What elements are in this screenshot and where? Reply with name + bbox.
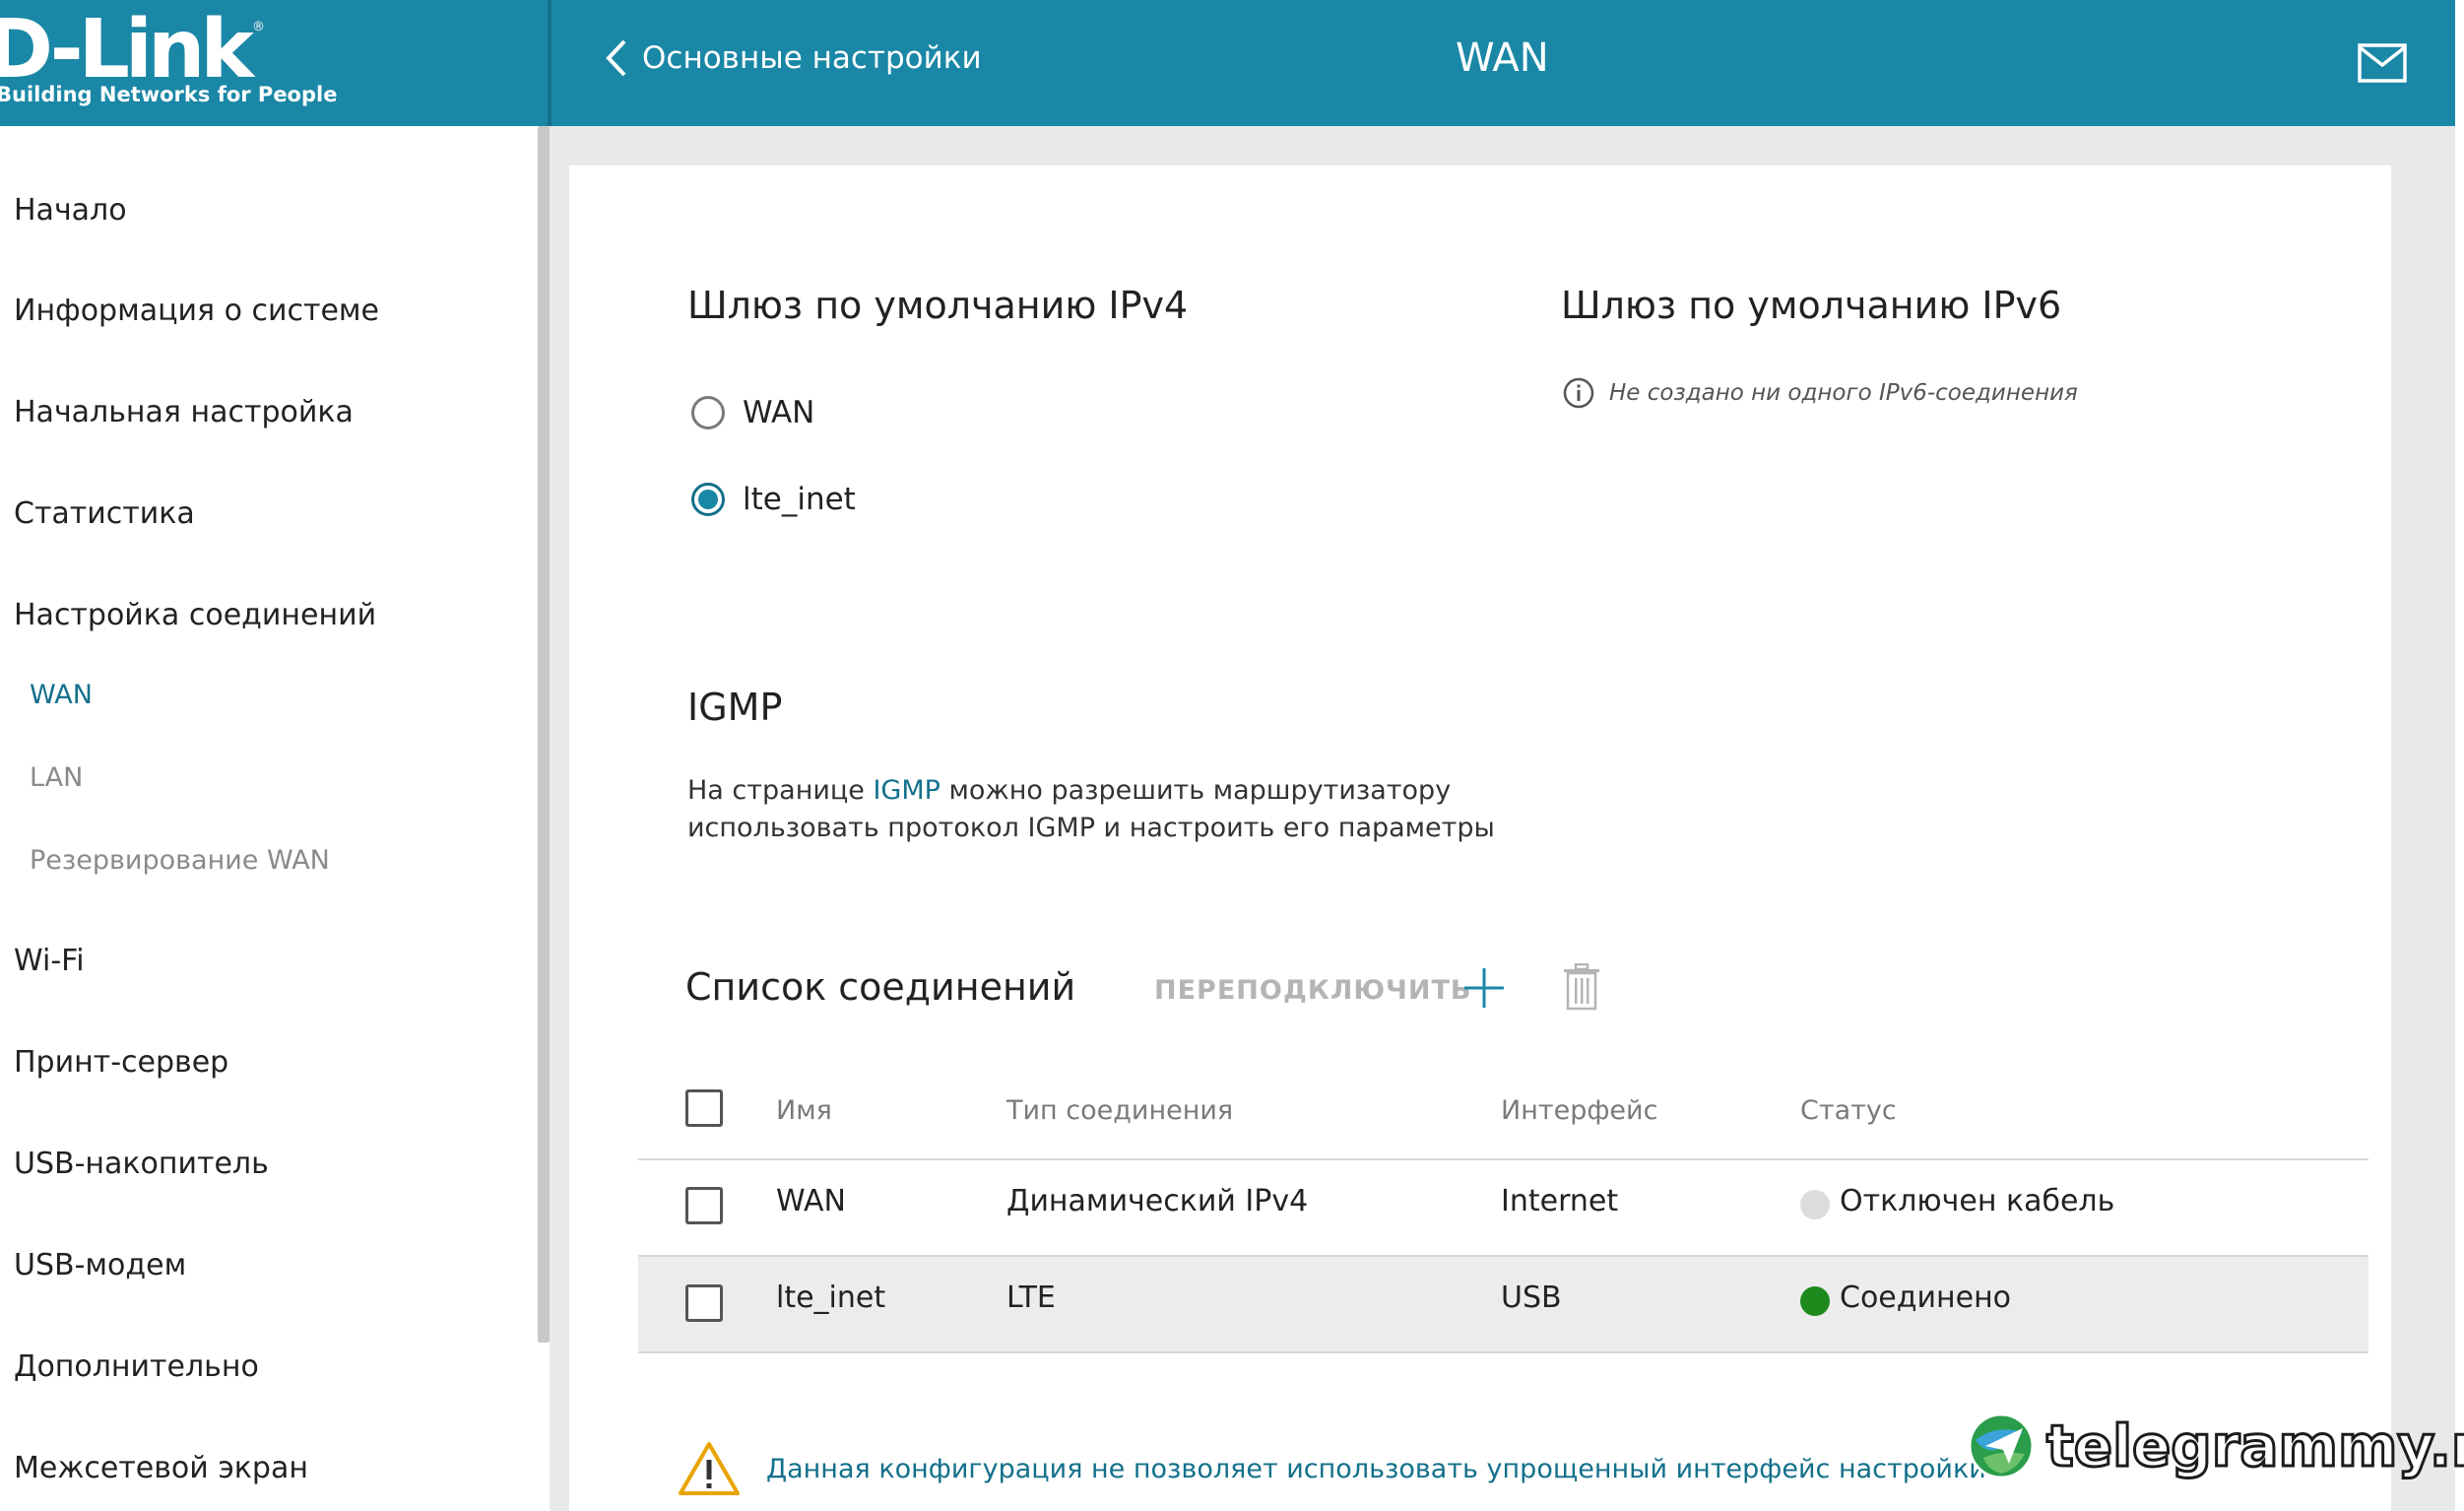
brand-area: D-Link ® Building Networks for People [0,0,550,126]
radio-option-lte-inet[interactable]: lte_inet [691,482,856,517]
igmp-desc-before: На странице [687,775,874,806]
sidebar-item-label: Дополнительно [14,1349,259,1384]
status-dot-connected [1800,1286,1830,1316]
back-link[interactable]: Основные настройки [605,37,982,79]
warning-text[interactable]: Данная конфигурация не позволяет использ… [766,1454,1986,1484]
sidebar-item-label: Начальная настройка [14,395,354,429]
sidebar-item-system-info[interactable]: Информация о системе [14,294,379,328]
sidebar-item-firewall[interactable]: Межсетевой экран [14,1451,308,1485]
select-all-checkbox[interactable] [685,1089,723,1127]
sidebar-item-wifi[interactable]: Wi-Fi [14,944,85,978]
ipv6-note: Не создано ни одного IPv6-соединения [1562,376,2078,410]
radio-button[interactable] [691,396,725,429]
sidebar-item-label: Межсетевой экран [14,1451,308,1485]
row-checkbox[interactable] [685,1284,723,1322]
ipv6-gateway-title: Шлюз по умолчанию IPv6 [1561,284,2062,327]
sidebar-item-usb-modem[interactable]: USB-модем [14,1248,186,1282]
column-header-status[interactable]: Статус [1800,1095,1897,1126]
radio-option-wan[interactable]: WAN [691,395,814,430]
sidebar-item-connections-setup[interactable]: Настройка соединений [14,598,376,632]
sidebar-item-label: Статистика [14,496,195,531]
row-checkbox[interactable] [685,1187,723,1224]
cell-name: lte_inet [776,1281,886,1315]
sidebar-item-label: USB-накопитель [14,1147,269,1181]
info-icon [1563,377,1594,409]
watermark: telegrammy.net [1966,1411,2464,1481]
cell-status: Соединено [1840,1281,2012,1315]
cell-type: LTE [1006,1281,1056,1315]
column-header-name[interactable]: Имя [776,1095,832,1126]
connections-title: Список соединений [685,965,1076,1009]
sidebar-item-home[interactable]: Начало [14,193,127,228]
cell-type: Динамический IPv4 [1006,1184,1309,1218]
sidebar-subitem-wan[interactable]: WAN [30,680,93,710]
status-dot-disconnected [1800,1190,1830,1219]
sidebar-item-label: Wi-Fi [14,944,85,978]
content-card: Шлюз по умолчанию IPv4 WAN lte_inet Шлюз… [569,165,2391,1511]
mail-icon[interactable] [2358,43,2407,83]
warning-icon [679,1442,740,1495]
ipv4-gateway-title: Шлюз по умолчанию IPv4 [687,284,1189,327]
ipv6-note-text: Не создано ни одного IPv6-соединения [1609,380,2078,406]
header-divider [548,0,551,126]
sidebar-item-label: Настройка соединений [14,598,377,632]
back-link-label: Основные настройки [642,40,982,76]
chevron-left-icon [606,39,626,77]
sidebar-item-print-server[interactable]: Принт-сервер [14,1045,228,1080]
igmp-description: На странице IGMP можно разрешить маршрут… [687,772,1574,847]
registered-mark: ® [252,20,265,34]
page-title: WAN [1456,35,1549,81]
sidebar-scrollbar[interactable] [538,126,550,1343]
cell-name: WAN [776,1184,846,1218]
radio-button-selected[interactable] [691,483,725,516]
column-header-interface[interactable]: Интерфейс [1501,1095,1657,1126]
warning-message: Данная конфигурация не позволяет использ… [678,1440,1986,1497]
cell-interface: Internet [1501,1184,1619,1218]
add-icon[interactable] [1461,965,1507,1011]
sidebar: Начало Информация о системе Начальная на… [0,126,550,1511]
sidebar-subitem-wan-backup[interactable]: Резервирование WAN [30,845,330,876]
cell-status: Отключен кабель [1840,1184,2115,1218]
table-divider [638,1351,2368,1353]
window-edge [2455,0,2464,1511]
brand-tagline: Building Networks for People [0,83,338,106]
sidebar-item-label: Начало [14,193,127,228]
dlink-logo[interactable]: D-Link [0,10,254,91]
sidebar-item-label: Информация о системе [14,294,380,328]
sidebar-item-advanced[interactable]: Дополнительно [14,1349,259,1384]
table-divider [638,1158,2368,1160]
igmp-link[interactable]: IGMP [873,775,940,806]
watermark-text: telegrammy.net [2044,1412,2464,1481]
sidebar-item-initial-setup[interactable]: Начальная настройка [14,395,354,429]
column-header-type[interactable]: Тип соединения [1006,1095,1233,1126]
sidebar-item-statistics[interactable]: Статистика [14,496,195,531]
trash-icon[interactable] [1562,963,1601,1011]
reconnect-button[interactable]: ПЕРЕПОДКЛЮЧИТЬ [1154,975,1471,1006]
radio-label: lte_inet [743,482,856,517]
globe-logo-icon [1968,1412,2035,1479]
cell-interface: USB [1501,1281,1562,1315]
sidebar-item-usb-storage[interactable]: USB-накопитель [14,1147,269,1181]
sidebar-subitem-lan[interactable]: LAN [30,762,83,793]
sidebar-item-label: Принт-сервер [14,1045,229,1080]
igmp-title: IGMP [687,686,783,729]
radio-label: WAN [743,395,815,430]
sidebar-item-label: USB-модем [14,1248,187,1282]
